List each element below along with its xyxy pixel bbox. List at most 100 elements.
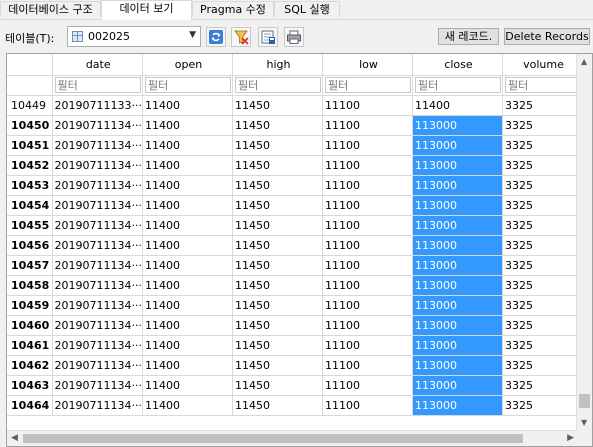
cell-row-number[interactable]: 10455 [7, 215, 53, 236]
cell-volume[interactable]: 3325 [502, 315, 583, 336]
cell-high[interactable]: 11450 [232, 295, 323, 316]
cell-close[interactable]: 113000 [412, 215, 503, 236]
cell-close[interactable]: 113000 [412, 375, 503, 396]
cell-date[interactable]: 20190711134··· [52, 295, 143, 316]
filter-input-high[interactable]: 필터 [232, 75, 323, 96]
cell-high[interactable]: 11450 [232, 315, 323, 336]
vertical-scrollbar[interactable]: ▲ ▼ [576, 54, 592, 430]
cell-low[interactable]: 11100 [322, 255, 413, 276]
table-row[interactable]: 10462 20190711134··· 11400 11450 11100 113000… [7, 355, 583, 376]
row-number-header[interactable] [7, 54, 53, 76]
cell-open[interactable]: 11400 [142, 255, 233, 276]
table-row[interactable]: 10450 20190711134··· 11400 11450 11100 113000… [7, 115, 583, 136]
table-row[interactable]: 10451 20190711134··· 11400 11450 11100 113000… [7, 135, 583, 156]
cell-date[interactable]: 20190711134··· [52, 195, 143, 216]
tab-browse-data[interactable]: 데이터 보기 [101, 0, 192, 20]
scroll-right-icon[interactable]: ▶ [567, 433, 574, 443]
filter-input-date[interactable]: 필터 [52, 75, 143, 96]
cell-row-number[interactable]: 10459 [7, 295, 53, 316]
cell-date[interactable]: 20190711134··· [52, 215, 143, 236]
print-button[interactable] [284, 27, 304, 47]
cell-volume[interactable]: 3325 [502, 215, 583, 236]
scroll-left-icon[interactable]: ◀ [11, 433, 18, 443]
cell-high[interactable]: 11450 [232, 355, 323, 376]
cell-close[interactable]: 113000 [412, 395, 503, 416]
table-row[interactable]: 10453 20190711134··· 11400 11450 11100 113000… [7, 175, 583, 196]
cell-row-number[interactable]: 10457 [7, 255, 53, 276]
table-row[interactable]: 10449 20190711133··· 11400 11450 11100 11400 3… [7, 95, 583, 116]
cell-low[interactable]: 11100 [322, 335, 413, 356]
cell-volume[interactable]: 3325 [502, 195, 583, 216]
filter-input-close[interactable]: 필터 [412, 75, 503, 96]
cell-open[interactable]: 11400 [142, 115, 233, 136]
cell-open[interactable]: 11400 [142, 135, 233, 156]
cell-open[interactable]: 11400 [142, 235, 233, 256]
cell-date[interactable]: 20190711134··· [52, 235, 143, 256]
cell-date[interactable]: 20190711134··· [52, 355, 143, 376]
tab-db-structure[interactable]: 데이터베이스 구조 [0, 1, 101, 17]
cell-row-number[interactable]: 10454 [7, 195, 53, 216]
cell-low[interactable]: 11100 [322, 315, 413, 336]
filter-input-volume[interactable]: 필터 [502, 75, 583, 96]
cell-volume[interactable]: 3325 [502, 355, 583, 376]
column-header-high[interactable]: high [232, 54, 323, 76]
cell-date[interactable]: 20190711133··· [52, 95, 143, 116]
column-header-low[interactable]: low [322, 54, 413, 76]
cell-low[interactable]: 11100 [322, 215, 413, 236]
new-record-button[interactable]: 새 레코드. [438, 28, 499, 45]
scroll-down-icon[interactable]: ▼ [581, 418, 587, 427]
tab-execute-sql[interactable]: SQL 실행 [274, 1, 340, 17]
table-row[interactable]: 10452 20190711134··· 11400 11450 11100 113000… [7, 155, 583, 176]
cell-close[interactable]: 113000 [412, 175, 503, 196]
cell-low[interactable]: 11100 [322, 155, 413, 176]
cell-open[interactable]: 11400 [142, 175, 233, 196]
data-grid[interactable]: date open high low close volume 필터 필터 필터… [6, 53, 593, 447]
cell-high[interactable]: 11450 [232, 255, 323, 276]
cell-volume[interactable]: 3325 [502, 335, 583, 356]
table-row[interactable]: 10457 20190711134··· 11400 11450 11100 113000… [7, 255, 583, 276]
cell-low[interactable]: 11100 [322, 355, 413, 376]
column-header-date[interactable]: date [52, 54, 143, 76]
save-table-button[interactable] [258, 27, 278, 47]
column-header-open[interactable]: open [142, 54, 233, 76]
cell-date[interactable]: 20190711134··· [52, 135, 143, 156]
cell-row-number[interactable]: 10461 [7, 335, 53, 356]
table-row[interactable]: 10460 20190711134··· 11400 11450 11100 113000… [7, 315, 583, 336]
cell-row-number[interactable]: 10449 [7, 95, 53, 116]
delete-records-button[interactable]: Delete Records [504, 28, 590, 45]
cell-high[interactable]: 11450 [232, 395, 323, 416]
cell-date[interactable]: 20190711134··· [52, 175, 143, 196]
cell-low[interactable]: 11100 [322, 135, 413, 156]
horizontal-scrollbar[interactable]: ◀ ▶ [7, 430, 578, 446]
table-row[interactable]: 10454 20190711134··· 11400 11450 11100 113000… [7, 195, 583, 216]
table-row[interactable]: 10456 20190711134··· 11400 11450 11100 113000… [7, 235, 583, 256]
cell-low[interactable]: 11100 [322, 95, 413, 116]
cell-high[interactable]: 11450 [232, 215, 323, 236]
cell-volume[interactable]: 3325 [502, 175, 583, 196]
cell-high[interactable]: 11450 [232, 195, 323, 216]
cell-close[interactable]: 113000 [412, 295, 503, 316]
cell-close[interactable]: 113000 [412, 115, 503, 136]
cell-high[interactable]: 11450 [232, 375, 323, 396]
cell-close[interactable]: 11400 [412, 95, 503, 116]
cell-low[interactable]: 11100 [322, 175, 413, 196]
table-row[interactable]: 10455 20190711134··· 11400 11450 11100 113000… [7, 215, 583, 236]
cell-low[interactable]: 11100 [322, 395, 413, 416]
cell-open[interactable]: 11400 [142, 195, 233, 216]
cell-open[interactable]: 11400 [142, 95, 233, 116]
cell-close[interactable]: 113000 [412, 315, 503, 336]
cell-low[interactable]: 11100 [322, 235, 413, 256]
cell-open[interactable]: 11400 [142, 335, 233, 356]
table-row[interactable]: 10463 20190711134··· 11400 11450 11100 113000… [7, 375, 583, 396]
cell-open[interactable]: 11400 [142, 355, 233, 376]
cell-open[interactable]: 11400 [142, 215, 233, 236]
cell-date[interactable]: 20190711134··· [52, 375, 143, 396]
cell-row-number[interactable]: 10453 [7, 175, 53, 196]
cell-volume[interactable]: 3325 [502, 255, 583, 276]
cell-date[interactable]: 20190711134··· [52, 335, 143, 356]
cell-date[interactable]: 20190711134··· [52, 255, 143, 276]
cell-high[interactable]: 11450 [232, 135, 323, 156]
cell-date[interactable]: 20190711134··· [52, 115, 143, 136]
cell-close[interactable]: 113000 [412, 355, 503, 376]
cell-date[interactable]: 20190711134··· [52, 275, 143, 296]
